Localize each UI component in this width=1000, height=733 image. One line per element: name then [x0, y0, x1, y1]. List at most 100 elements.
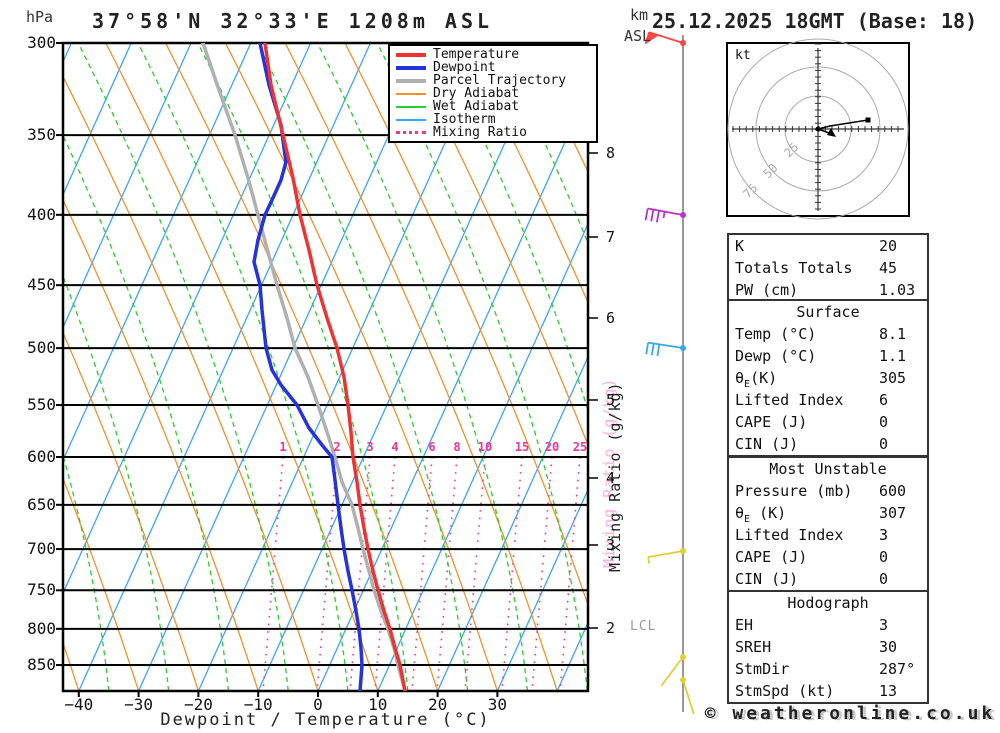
table-row-value: 3: [879, 616, 889, 634]
km-tick-label: 5: [606, 391, 616, 409]
table-row-label: Lifted Index: [735, 391, 844, 409]
mixing-ratio-value-label: 20: [544, 440, 560, 454]
credit-footer: © weatheronline.co.uk: [704, 703, 996, 724]
km-axis-unit2: ASL: [624, 27, 652, 45]
table-row-value: 305: [879, 369, 907, 387]
table-row-value: 0: [879, 570, 889, 588]
legend-line-sample: [396, 131, 426, 134]
table-row: Dewp (°C) 1.1: [729, 345, 927, 367]
table-row-label: CIN (J): [735, 435, 799, 453]
legend-line-sample: [396, 92, 426, 95]
skewt-chart-page: 25 50 75 hPa 37°58'N 32°33'E 1208m ASL km …: [0, 0, 1000, 733]
table-row-value: 287°: [879, 660, 916, 678]
table-row-value: 6: [879, 391, 889, 409]
table-row-label: CAPE (J): [735, 548, 808, 566]
table-row-label: StmSpd (kt): [735, 682, 835, 700]
km-tick-label: 3: [606, 536, 616, 554]
table-row-value: 20: [879, 237, 898, 255]
km-tick-label: 2: [606, 619, 616, 637]
table-row-label: EH: [735, 616, 754, 634]
mixing-ratio-line: [501, 456, 523, 691]
hodograph-trace-end: [865, 117, 871, 123]
lcl-marker-label: LCL: [630, 619, 657, 634]
table-row: CAPE (J) 0: [729, 546, 927, 568]
pressure-tick-label: 300: [27, 33, 56, 52]
table-row-label: Temp (°C): [735, 325, 817, 343]
index-table-section: Most Unstable Pressure (mb) 600 θE (K) 307 Li…: [727, 456, 929, 592]
mixing-ratio-line: [262, 456, 284, 691]
mixing-ratio-axis-label: Mixing Ratio (g/kg): [606, 381, 624, 572]
hodograph-panel: 255075: [726, 38, 910, 220]
wind-barb-staff: [647, 550, 684, 559]
table-row-label: θE (K): [735, 504, 787, 525]
table-row-value: 13: [879, 682, 898, 700]
wind-barb-tick: [655, 210, 660, 223]
table-row: Pressure (mb) 600: [729, 480, 927, 502]
km-tick-label: 4: [606, 469, 616, 487]
wind-barb-base-dot: [680, 40, 686, 46]
wind-barb-base-dot: [680, 212, 686, 218]
wind-barb-tick: [650, 209, 655, 222]
pressure-tick-label: 650: [27, 494, 56, 514]
table-row-value: 0: [879, 548, 889, 566]
wind-barb-column: [644, 31, 695, 715]
table-row: StmDir 287°: [729, 658, 927, 680]
table-row-label: SREH: [735, 638, 772, 656]
legend-line-sample: [396, 65, 426, 70]
table-row-label: CIN (J): [735, 570, 799, 588]
legend-line-sample: [396, 118, 426, 121]
wind-barb: [644, 207, 686, 223]
legend-line-sample: [396, 105, 426, 108]
wind-barb-staff: [682, 679, 695, 715]
legend: Temperature Dewpoint Parcel Trajectory Dry …: [388, 44, 598, 143]
km-tick-label: 8: [606, 144, 616, 162]
isotherm-line: [78, 43, 371, 691]
table-row-value: 0: [879, 435, 889, 453]
mixing-ratio-line: [411, 456, 433, 691]
table-row-value: 0: [879, 413, 889, 431]
wind-barb-tick: [656, 344, 661, 357]
table-row: K 20: [729, 235, 927, 257]
wet-adiabat-line: [975, 43, 1000, 691]
mixing-ratio-value-label: 4: [391, 440, 399, 454]
pressure-tick-label: 500: [27, 338, 56, 358]
wind-barb-base-dot: [680, 677, 686, 683]
temp-axis-title: Dewpoint / Temperature (°C): [160, 710, 491, 730]
pressure-tick-label: 400: [27, 204, 56, 224]
pressure-tick-label: 350: [27, 125, 56, 145]
table-row-value: 45: [879, 259, 898, 277]
table-row: StmSpd (kt) 13: [729, 680, 927, 702]
km-axis-unit: km: [630, 6, 649, 24]
pressure-tick-label: 800: [27, 618, 56, 638]
pressure-tick-label: 450: [27, 275, 56, 295]
legend-item-label: Mixing Ratio: [433, 125, 527, 140]
legend-item: Mixing Ratio: [396, 126, 592, 139]
station-title: 37°58'N 32°33'E 1208m ASL: [92, 9, 494, 33]
mixing-ratio-value-label: 2: [333, 440, 341, 454]
table-row-label: θE(K): [735, 369, 778, 390]
pressure-tick-label: 600: [27, 447, 56, 466]
km-tick-label: 7: [606, 228, 616, 246]
wind-barb-tick: [662, 211, 666, 219]
table-row: Lifted Index 6: [729, 389, 927, 411]
table-row: CAPE (J) 0: [729, 411, 927, 433]
wind-barb: [644, 31, 686, 46]
wind-barb-tick: [644, 208, 649, 221]
pressure-unit-label: hPa: [26, 8, 54, 26]
table-row: CIN (J) 0: [729, 568, 927, 590]
table-section-title: Hodograph: [787, 594, 869, 612]
valid-datetime: 25.12.2025 18GMT (Base: 18): [652, 9, 978, 33]
table-row-value: 600: [879, 482, 907, 500]
table-row-label: CAPE (J): [735, 413, 808, 431]
table-row-value: 30: [879, 638, 898, 656]
mixing-ratio-value-label: 10: [477, 440, 493, 454]
table-row-label: StmDir: [735, 660, 790, 678]
table-row-label: K: [735, 237, 745, 255]
wind-barb: [647, 548, 686, 564]
table-row: SREH 30: [729, 636, 927, 658]
pressure-tick-label: 550: [27, 395, 56, 415]
index-table-section: Hodograph EH 3 SREH 30 StmDir 287° StmSpd (kt) 1…: [727, 590, 929, 704]
wind-barb-base-dot: [680, 654, 686, 660]
index-table-section: K 20 Totals Totals 45 PW (cm) 1.03: [727, 233, 929, 303]
pressure-tick-label: 700: [27, 539, 56, 559]
